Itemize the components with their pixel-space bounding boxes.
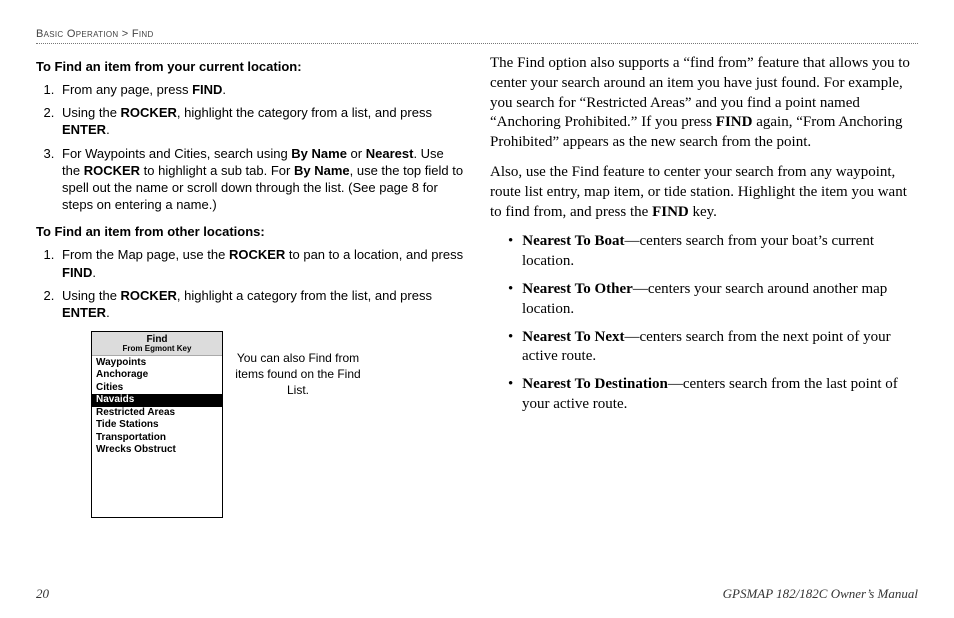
find-window-subtitle: From Egmont Key — [92, 345, 222, 355]
breadcrumb: Basic Operation > Find — [36, 28, 918, 40]
page-footer: 20 GPSMAP 182/182C Owner’s Manual — [36, 586, 918, 602]
step: Using the ROCKER, highlight a category f… — [58, 287, 464, 321]
nearest-option: Nearest To Next—centers search from the … — [490, 328, 918, 368]
find-figure: Find From Egmont Key WaypointsAnchorageC… — [91, 331, 464, 518]
content-columns: To Find an item from your current locati… — [36, 54, 918, 518]
heading-find-other: To Find an item from other locations: — [36, 223, 464, 240]
nearest-option: Nearest To Boat—centers search from your… — [490, 232, 918, 272]
find-list-item: Transportation — [92, 432, 222, 445]
step: From any page, press FIND. — [58, 81, 464, 98]
paragraph: Also, use the Find feature to center you… — [490, 163, 918, 222]
step: For Waypoints and Cities, search using B… — [58, 145, 464, 214]
paragraph: The Find option also supports a “find fr… — [490, 54, 918, 153]
manual-page: Basic Operation > Find To Find an item f… — [0, 0, 954, 618]
divider — [36, 43, 918, 44]
find-list-item: Restricted Areas — [92, 407, 222, 420]
find-list-item: Wrecks Obstruct — [92, 444, 222, 457]
breadcrumb-sub: Find — [132, 28, 154, 40]
nearest-option: Nearest To Other—centers your search aro… — [490, 280, 918, 320]
column-right: The Find option also supports a “find fr… — [490, 54, 918, 518]
heading-find-current: To Find an item from your current locati… — [36, 58, 464, 75]
steps-find-current: From any page, press FIND. Using the ROC… — [58, 81, 464, 213]
find-list-item: Cities — [92, 382, 222, 395]
find-list-item: Tide Stations — [92, 419, 222, 432]
find-window: Find From Egmont Key WaypointsAnchorageC… — [91, 331, 223, 518]
find-window-list: WaypointsAnchorageCitiesNavaidsRestricte… — [92, 356, 222, 517]
find-list-item: Navaids — [92, 394, 222, 407]
steps-find-other: From the Map page, use the ROCKER to pan… — [58, 246, 464, 321]
find-figure-caption: You can also Find from items found on th… — [233, 351, 363, 398]
find-list-item: Waypoints — [92, 357, 222, 370]
find-window-title: Find From Egmont Key — [92, 332, 222, 356]
page-number: 20 — [36, 586, 49, 602]
breadcrumb-section: Basic Operation — [36, 28, 118, 40]
nearest-option: Nearest To Destination—centers search fr… — [490, 375, 918, 415]
nearest-options-list: Nearest To Boat—centers search from your… — [490, 232, 918, 414]
step: From the Map page, use the ROCKER to pan… — [58, 246, 464, 280]
column-left: To Find an item from your current locati… — [36, 54, 464, 518]
step: Using the ROCKER, highlight the category… — [58, 104, 464, 138]
book-title: GPSMAP 182/182C Owner’s Manual — [723, 586, 918, 602]
find-list-item: Anchorage — [92, 369, 222, 382]
